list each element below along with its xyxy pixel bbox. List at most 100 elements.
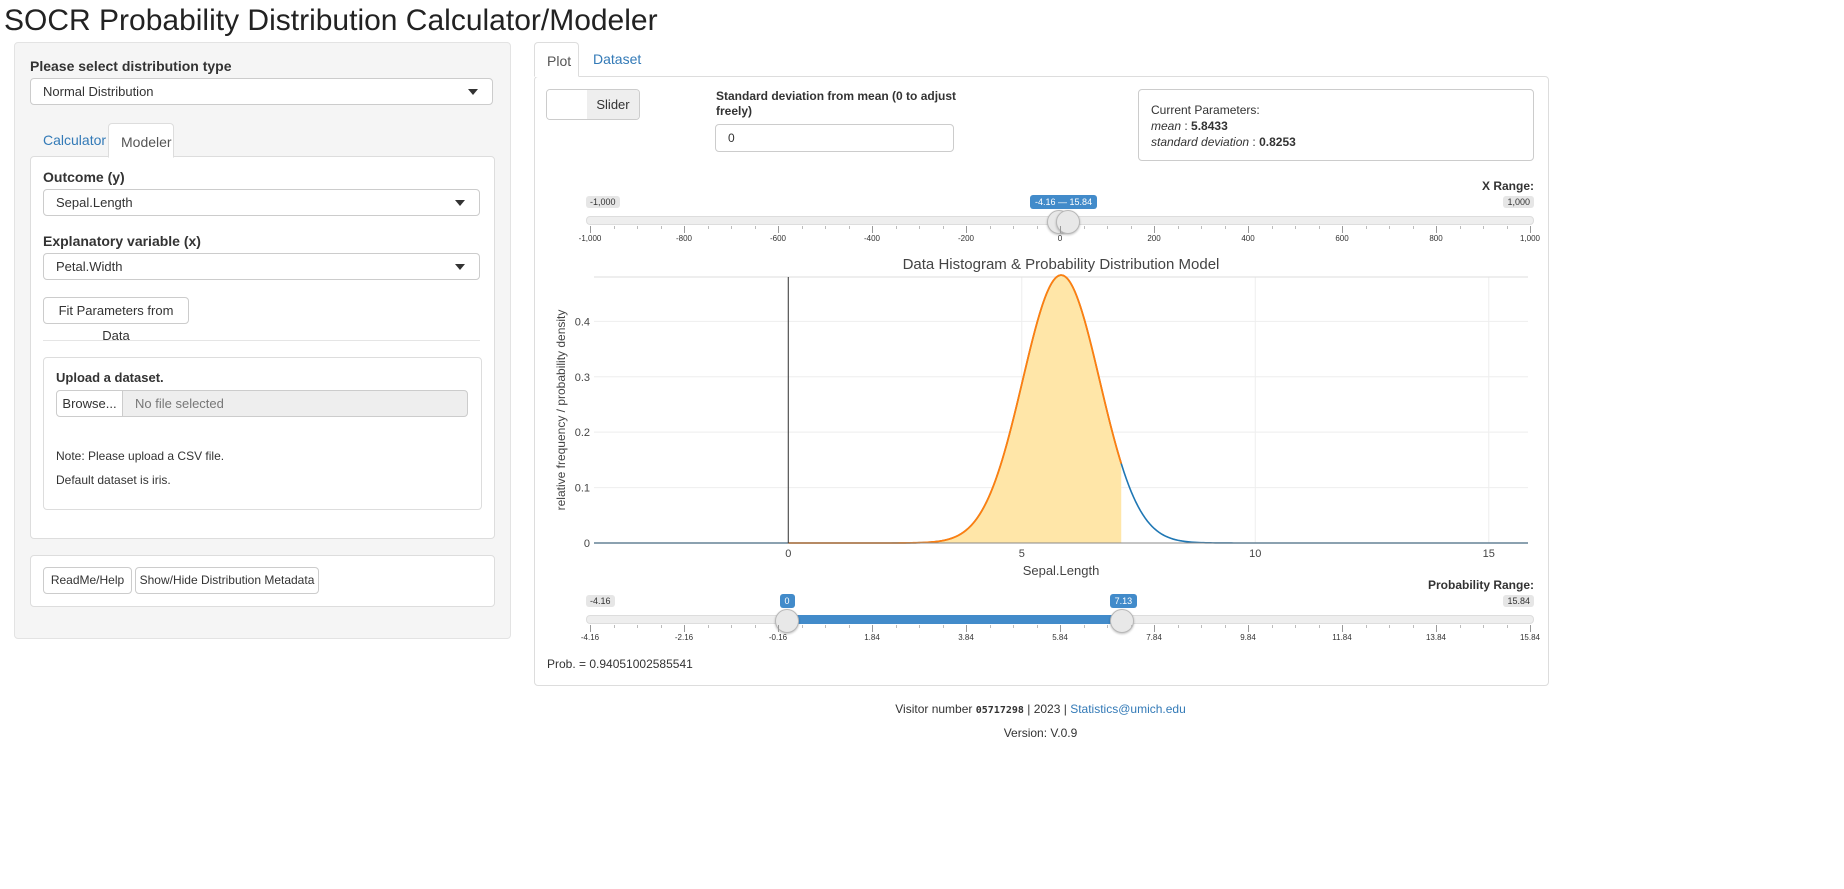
- x-range-min-label: -1,000: [586, 196, 620, 208]
- prob-range-tick-label: 3.84: [958, 633, 974, 642]
- x-range-minor-tick: [1177, 226, 1179, 229]
- readme-help-button[interactable]: ReadMe/Help: [43, 567, 132, 594]
- prob-range-major-tick: [778, 625, 779, 632]
- x-range-minor-tick: [825, 226, 826, 229]
- distribution-type-label: Please select distribution type: [30, 58, 232, 74]
- y-tick-label: 0.4: [575, 316, 590, 328]
- outcome-select[interactable]: Sepal.Length: [43, 189, 480, 216]
- prob-range-major-tick: [966, 625, 967, 632]
- upload-note: Note: Please upload a CSV file.: [56, 449, 225, 463]
- prob-range-tick-label: -0.16: [768, 633, 788, 642]
- x-range-minor-tick: [989, 226, 991, 229]
- probability-result: Prob. = 0.94051002585541: [547, 657, 693, 671]
- prob-range-to-handle[interactable]: [1109, 609, 1134, 633]
- sd-param-value: 0.8253: [1259, 135, 1296, 149]
- prob-range-minor-tick: [754, 625, 756, 628]
- prob-range-minor-tick: [1459, 625, 1461, 628]
- outcome-label: Outcome (y): [43, 169, 125, 185]
- x-range-major-tick: [1342, 226, 1343, 233]
- x-range-major-tick: [778, 226, 779, 233]
- x-tick-label: 0: [785, 548, 791, 560]
- chart-title: Data Histogram & Probability Distributio…: [903, 256, 1220, 273]
- x-range-minor-tick: [1389, 226, 1390, 229]
- page-title: SOCR Probability Distribution Calculator…: [4, 4, 658, 37]
- sd-param-label: standard deviation: [1151, 135, 1250, 149]
- prob-range-minor-tick: [1295, 625, 1296, 628]
- prob-range-tick-label: 7.84: [1146, 633, 1162, 642]
- x-range-tick-label: 800: [1429, 234, 1443, 243]
- prob-range-minor-tick: [1318, 625, 1320, 628]
- distribution-chart: Data Histogram & Probability Distributio…: [554, 256, 1528, 578]
- prob-range-minor-tick: [919, 625, 920, 628]
- x-range-minor-tick: [1459, 226, 1461, 229]
- browse-button[interactable]: Browse...: [56, 390, 123, 417]
- x-range-minor-tick: [942, 226, 944, 229]
- version-text: Version: V.0.9: [1003, 726, 1078, 740]
- x-range-tick-label: 600: [1335, 234, 1349, 243]
- prob-range-tick-label: 5.84: [1052, 633, 1068, 642]
- x-range-major-tick: [966, 226, 967, 233]
- x-range-minor-tick: [1412, 226, 1414, 229]
- prob-range-tick-label: 1.84: [864, 633, 880, 642]
- tab-calculator[interactable]: Calculator: [43, 130, 106, 150]
- prob-range-major-tick: [1342, 625, 1343, 632]
- x-range-minor-tick: [1318, 226, 1320, 229]
- params-sd: standard deviation : 0.8253: [1151, 135, 1296, 149]
- year-text: | 2023 |: [1027, 702, 1067, 716]
- slider-toggle-switch[interactable]: Slider: [546, 89, 640, 120]
- prob-range-major-tick: [1436, 625, 1437, 632]
- shaded-probability-area: [788, 275, 1122, 543]
- probability-range-slider[interactable]: -4.16 15.84 0 7.13 -4.16 -2.16 -0.16 1.84 3.84 5.…: [581, 594, 1540, 645]
- x-range-minor-tick: [1107, 226, 1108, 229]
- prob-range-tick-label: 11.84: [1332, 633, 1352, 642]
- sd-label-line1: Standard deviation from mean (0 to adjus…: [716, 89, 957, 103]
- prob-range-minor-tick: [801, 625, 803, 628]
- y-tick-label: 0.3: [575, 372, 590, 384]
- y-tick-label: 0.1: [575, 483, 590, 495]
- y-axis-label: relative frequency / probability density: [554, 310, 568, 511]
- show-hide-metadata-button[interactable]: Show/Hide Distribution Metadata: [135, 567, 319, 594]
- visitor-prefix: Visitor number: [895, 702, 973, 716]
- prob-range-major-tick: [1154, 625, 1155, 632]
- x-range-tick-label: -400: [863, 234, 881, 243]
- x-range-major-tick: [872, 226, 873, 233]
- x-range-minor-tick: [1201, 226, 1202, 229]
- params-title: Current Parameters:: [1151, 103, 1260, 117]
- prob-range-minor-tick: [1107, 625, 1108, 628]
- prob-range-minor-tick: [895, 625, 897, 628]
- sd-input[interactable]: 0: [715, 124, 954, 152]
- email-link[interactable]: Statistics@umich.edu: [1070, 702, 1186, 716]
- x-range-tick-label: -800: [675, 234, 693, 243]
- fit-parameters-button[interactable]: Fit Parameters from Data: [43, 297, 189, 343]
- prob-range-tick-label: -4.16: [580, 633, 600, 642]
- file-name-input[interactable]: No file selected: [122, 390, 468, 417]
- prob-range-minor-tick: [989, 625, 991, 628]
- default-dataset-note: Default dataset is iris.: [56, 473, 171, 487]
- tab-modeler[interactable]: Modeler: [108, 123, 174, 158]
- explanatory-select[interactable]: Petal.Width: [43, 253, 480, 280]
- x-range-minor-tick: [1036, 226, 1038, 229]
- x-range-tick-label: 400: [1241, 234, 1255, 243]
- chevron-down-icon: [455, 264, 465, 270]
- prob-range-minor-tick: [1483, 625, 1484, 628]
- tab-plot[interactable]: Plot: [534, 42, 579, 77]
- x-range-slider[interactable]: -1,000 1,000 -4.16 — 15.84 -1,000 -800 -600 -4…: [579, 195, 1540, 246]
- distribution-type-value: Normal Distribution: [43, 84, 154, 99]
- prob-range-max-label: 15.84: [1503, 595, 1534, 607]
- x-tick-label: 5: [1019, 548, 1025, 560]
- x-range-major-tick: [1436, 226, 1437, 233]
- prob-range-minor-tick: [1412, 625, 1414, 628]
- prob-range-minor-tick: [637, 625, 638, 628]
- tab-dataset[interactable]: Dataset: [593, 49, 641, 69]
- y-tick-label: 0: [584, 538, 590, 550]
- prob-range-major-tick: [1248, 625, 1249, 632]
- x-range-tick-label: 0: [1057, 234, 1063, 243]
- distribution-type-select[interactable]: Normal Distribution: [30, 78, 493, 105]
- prob-range-minor-tick: [1224, 625, 1226, 628]
- x-range-max-label: 1,000: [1503, 196, 1534, 208]
- x-range-minor-tick: [1013, 226, 1014, 229]
- prob-range-major-tick: [872, 625, 873, 632]
- probability-range-label: Probability Range:: [1427, 578, 1534, 592]
- chevron-down-icon: [455, 200, 465, 206]
- x-range-minor-tick: [660, 226, 662, 229]
